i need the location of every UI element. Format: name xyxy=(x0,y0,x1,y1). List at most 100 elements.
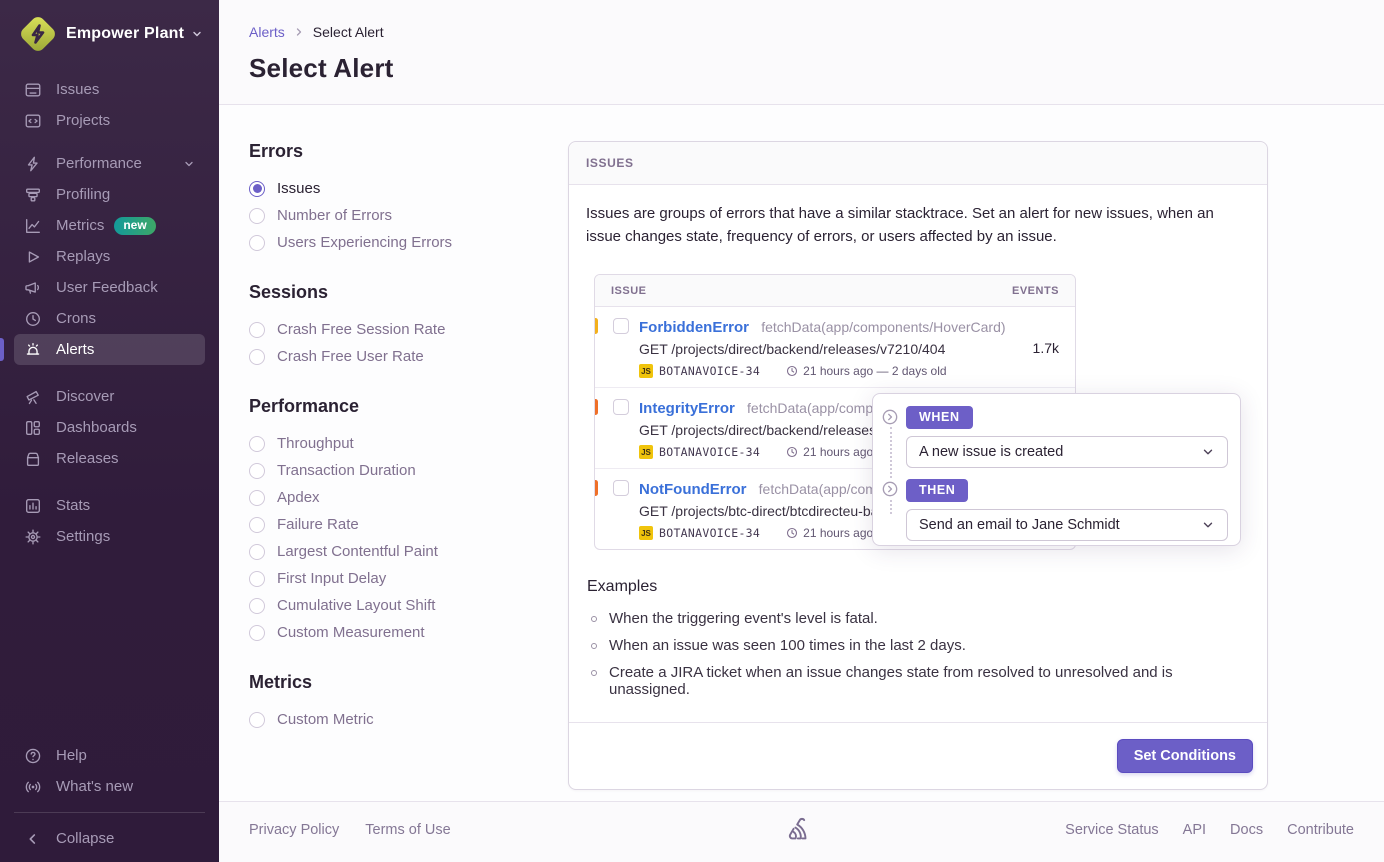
sidebar-item-help[interactable]: Help xyxy=(14,740,205,771)
sidebar-item-discover[interactable]: Discover xyxy=(14,381,205,412)
docs-link[interactable]: Docs xyxy=(1230,822,1263,838)
radio-option-failure-rate[interactable]: Failure Rate xyxy=(249,511,538,538)
profiling-icon xyxy=(24,186,42,204)
alert-type-list: Errors Issues Number of Errors Users Exp… xyxy=(249,141,568,759)
sidebar-item-alerts[interactable]: Alerts xyxy=(14,334,205,365)
radio-icon[interactable] xyxy=(249,490,265,506)
radio-icon[interactable] xyxy=(249,712,265,728)
column-header-issue: ISSUE xyxy=(611,285,647,297)
radio-label: Users Experiencing Errors xyxy=(277,234,452,251)
project-slug: BOTANAVOICE-34 xyxy=(659,364,760,378)
radio-icon[interactable] xyxy=(249,181,265,197)
issue-culprit: fetchData(app/components/HoverCard) xyxy=(761,319,1005,335)
radio-option-largest-contentful-paint[interactable]: Largest Contentful Paint xyxy=(249,538,538,565)
sidebar-item-replays[interactable]: Replays xyxy=(14,241,205,272)
when-condition-select[interactable]: A new issue is created xyxy=(906,436,1228,468)
set-conditions-button[interactable]: Set Conditions xyxy=(1117,739,1253,773)
column-header-events: EVENTS xyxy=(1012,285,1059,297)
breadcrumb-alerts-link[interactable]: Alerts xyxy=(249,24,285,40)
contribute-link[interactable]: Contribute xyxy=(1287,822,1354,838)
radio-icon[interactable] xyxy=(249,598,265,614)
sidebar-item-label: Metrics xyxy=(56,217,104,234)
radio-option-first-input-delay[interactable]: First Input Delay xyxy=(249,565,538,592)
when-badge: WHEN xyxy=(906,406,973,429)
radio-icon[interactable] xyxy=(249,517,265,533)
issue-events-count: 1.7k xyxy=(1009,317,1059,378)
radio-option-apdex[interactable]: Apdex xyxy=(249,484,538,511)
issue-title-link[interactable]: NotFoundError xyxy=(639,481,746,498)
sidebar-item-whats-new[interactable]: What's new xyxy=(14,771,205,802)
sidebar-item-label: Replays xyxy=(56,248,110,265)
radio-icon[interactable] xyxy=(249,208,265,224)
radio-label: Crash Free User Rate xyxy=(277,348,424,365)
org-switcher[interactable]: Empower Plant xyxy=(0,16,219,52)
service-status-link[interactable]: Service Status xyxy=(1065,822,1159,838)
radio-icon[interactable] xyxy=(249,322,265,338)
sidebar-item-profiling[interactable]: Profiling xyxy=(14,179,205,210)
level-indicator xyxy=(594,399,598,415)
sidebar-item-metrics[interactable]: Metrics new xyxy=(14,210,205,241)
table-row[interactable]: ForbiddenError fetchData(app/components/… xyxy=(595,307,1075,388)
sidebar-bottom: Help What's new Collapse xyxy=(0,740,219,854)
radio-option-custom-measurement[interactable]: Custom Measurement xyxy=(249,619,538,646)
sidebar-item-settings[interactable]: Settings xyxy=(14,521,205,552)
help-icon xyxy=(24,747,42,765)
level-indicator xyxy=(594,318,598,334)
sidebar-item-performance[interactable]: Performance xyxy=(14,148,205,179)
list-item: When the triggering event's level is fat… xyxy=(587,610,1250,627)
radio-option-custom-metric[interactable]: Custom Metric xyxy=(249,706,538,733)
sidebar-item-dashboards[interactable]: Dashboards xyxy=(14,412,205,443)
terms-of-use-link[interactable]: Terms of Use xyxy=(365,822,450,838)
group-title: Performance xyxy=(249,396,538,417)
radio-option-crash-free-session-rate[interactable]: Crash Free Session Rate xyxy=(249,316,538,343)
chevron-down-icon xyxy=(183,158,195,170)
issue-title-link[interactable]: IntegrityError xyxy=(639,400,735,417)
radio-option-throughput[interactable]: Throughput xyxy=(249,430,538,457)
radio-option-users-experiencing-errors[interactable]: Users Experiencing Errors xyxy=(249,229,538,256)
sidebar-collapse-button[interactable]: Collapse xyxy=(14,823,205,854)
alerts-icon xyxy=(24,341,42,359)
issue-checkbox[interactable] xyxy=(613,399,629,415)
chevron-down-icon xyxy=(1201,445,1215,459)
sidebar-item-issues[interactable]: Issues xyxy=(14,74,205,105)
issue-checkbox[interactable] xyxy=(613,480,629,496)
api-link[interactable]: API xyxy=(1183,822,1206,838)
radio-icon[interactable] xyxy=(249,349,265,365)
example-text: Create a JIRA ticket when an issue chang… xyxy=(609,664,1250,698)
projects-icon xyxy=(24,112,42,130)
settings-icon xyxy=(24,528,42,546)
panel-footer: Set Conditions xyxy=(569,722,1267,789)
sidebar-item-releases[interactable]: Releases xyxy=(14,443,205,474)
radio-label: Largest Contentful Paint xyxy=(277,543,438,560)
sidebar-item-user-feedback[interactable]: User Feedback xyxy=(14,272,205,303)
sidebar-item-crons[interactable]: Crons xyxy=(14,303,205,334)
issue-checkbox[interactable] xyxy=(613,318,629,334)
dashboards-icon xyxy=(24,419,42,437)
whats-new-icon xyxy=(24,778,42,796)
radio-icon[interactable] xyxy=(249,235,265,251)
examples-title: Examples xyxy=(587,578,1250,596)
issue-title-link[interactable]: ForbiddenError xyxy=(639,319,749,336)
sidebar-item-stats[interactable]: Stats xyxy=(14,490,205,521)
condition-builder-popup: WHEN A new issue is created THEN Send an… xyxy=(872,393,1241,546)
radio-icon[interactable] xyxy=(249,544,265,560)
sidebar-item-label: Dashboards xyxy=(56,419,137,436)
radio-icon[interactable] xyxy=(249,436,265,452)
javascript-platform-icon: JS xyxy=(639,364,653,378)
radio-icon[interactable] xyxy=(249,625,265,641)
radio-label: Custom Metric xyxy=(277,711,374,728)
radio-icon[interactable] xyxy=(249,571,265,587)
radio-option-cumulative-layout-shift[interactable]: Cumulative Layout Shift xyxy=(249,592,538,619)
then-badge: THEN xyxy=(906,479,968,502)
then-action-select[interactable]: Send an email to Jane Schmidt xyxy=(906,509,1228,541)
radio-option-number-of-errors[interactable]: Number of Errors xyxy=(249,202,538,229)
radio-option-crash-free-user-rate[interactable]: Crash Free User Rate xyxy=(249,343,538,370)
sidebar-item-projects[interactable]: Projects xyxy=(14,105,205,136)
radio-icon[interactable] xyxy=(249,463,265,479)
collapse-icon xyxy=(24,830,42,848)
radio-option-issues[interactable]: Issues xyxy=(249,175,538,202)
radio-option-transaction-duration[interactable]: Transaction Duration xyxy=(249,457,538,484)
privacy-policy-link[interactable]: Privacy Policy xyxy=(249,822,339,838)
chevron-right-icon xyxy=(293,26,305,38)
sidebar-item-label: Alerts xyxy=(56,341,94,358)
